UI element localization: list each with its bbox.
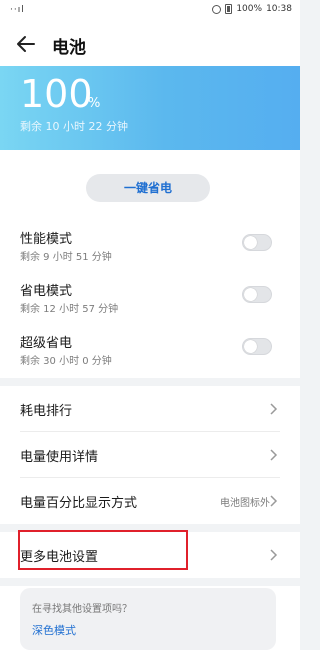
mode-row-power-saving[interactable]: 省电模式 剩余 12 小时 57 分钟 (0, 272, 300, 324)
mode-remaining: 剩余 9 小时 51 分钟 (20, 252, 112, 263)
list-item-usage-details[interactable]: 电量使用详情 (0, 432, 300, 478)
mode-row-ultra-saving[interactable]: 超级省电 剩余 30 小时 0 分钟 (0, 324, 300, 376)
mode-row-performance[interactable]: 性能模式 剩余 9 小时 51 分钟 (0, 220, 300, 272)
signal-indicator: ··ıl (10, 5, 25, 15)
mode-title: 性能模式 (20, 232, 73, 247)
app-bar: 电池 (0, 22, 300, 66)
section-divider (0, 378, 300, 386)
section-divider (0, 578, 300, 586)
power-saving-mode-toggle[interactable] (242, 286, 272, 303)
mode-remaining: 剩余 12 小时 57 分钟 (20, 304, 119, 315)
battery-remaining: 剩余 10 小时 22 分钟 (20, 120, 128, 133)
alarm-icon (212, 4, 222, 14)
mode-title: 超级省电 (20, 336, 73, 351)
chevron-right-icon (270, 495, 278, 507)
list-item-value: 电池图标外 (220, 498, 270, 509)
chevron-right-icon (270, 449, 278, 461)
mode-title: 省电模式 (20, 284, 73, 299)
page-title: 电池 (52, 38, 86, 58)
battery-percent-unit: % (88, 96, 101, 111)
arrow-left-icon (17, 36, 35, 52)
suggestion-card: 在寻找其他设置项吗？ 深色模式 (20, 588, 276, 650)
one-tap-save-power-button[interactable]: 一键省电 (86, 174, 210, 202)
status-icons: 100% 10:38 (212, 4, 292, 14)
battery-status-text: 100% (236, 4, 263, 14)
toggle-knob (244, 340, 257, 353)
chevron-right-icon (270, 403, 278, 415)
suggestion-question: 在寻找其他设置项吗？ (32, 604, 132, 615)
battery-percent: 100 (20, 72, 93, 116)
back-button[interactable] (14, 32, 38, 56)
list-item-label: 电量百分比显示方式 (20, 496, 138, 511)
list-item-power-ranking[interactable]: 耗电排行 (0, 386, 300, 432)
suggestion-link-dark-mode[interactable]: 深色模式 (32, 622, 76, 638)
list-item-label: 电量使用详情 (20, 450, 99, 465)
battery-icon (225, 4, 233, 14)
status-bar: ··ıl 100% 10:38 (0, 0, 300, 22)
list-item-label: 耗电排行 (20, 404, 73, 419)
highlight-box (18, 530, 188, 570)
battery-summary: 100 % 剩余 10 小时 22 分钟 (0, 66, 300, 150)
toggle-knob (244, 236, 257, 249)
list-item-percentage-display[interactable]: 电量百分比显示方式 电池图标外 (0, 478, 300, 524)
chevron-right-icon (270, 549, 278, 561)
performance-mode-toggle[interactable] (242, 234, 272, 251)
clock: 10:38 (266, 4, 292, 14)
ultra-power-saving-toggle[interactable] (242, 338, 272, 355)
mode-remaining: 剩余 30 小时 0 分钟 (20, 356, 112, 367)
settings-content: 一键省电 性能模式 剩余 9 小时 51 分钟 省电模式 剩余 12 小时 57… (0, 150, 300, 650)
toggle-knob (244, 288, 257, 301)
